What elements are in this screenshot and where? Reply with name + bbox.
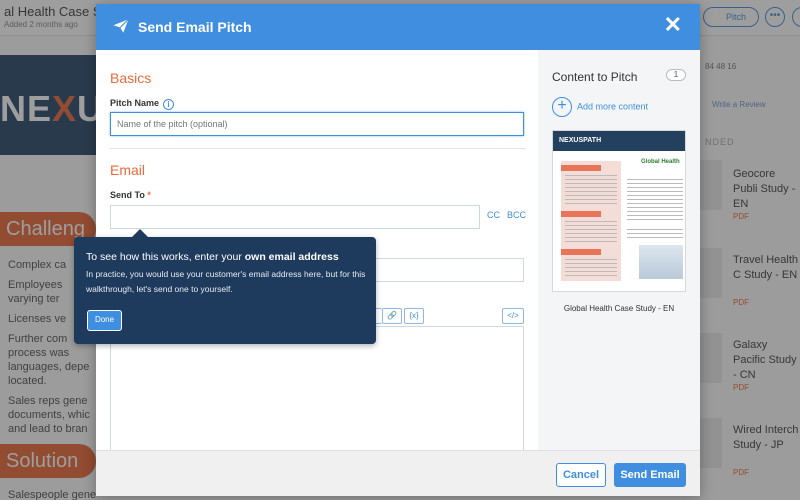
content-to-pitch-panel: Content to Pitch 1 + Add more content NEX… xyxy=(538,50,700,450)
tooltip-title-prefix: To see how this works, enter your xyxy=(86,251,245,263)
tooltip-title: To see how this works, enter your own em… xyxy=(86,251,339,263)
document-thumbnail[interactable]: NEXUSPATH Global Health xyxy=(552,130,686,292)
content-count-badge: 1 xyxy=(666,69,686,81)
content-to-pitch-title: Content to Pitch xyxy=(552,70,638,84)
add-more-content-label: Add more content xyxy=(577,101,649,112)
doc-section-heading xyxy=(561,249,601,255)
variable-icon[interactable]: {x} xyxy=(404,308,424,324)
modal-title: Send Email Pitch xyxy=(138,19,252,35)
close-icon[interactable]: ✕ xyxy=(664,14,682,36)
pitch-name-input[interactable] xyxy=(110,112,524,136)
doc-text-lines xyxy=(565,175,617,205)
email-body-editor[interactable] xyxy=(110,326,524,450)
send-to-label: Send To * xyxy=(110,190,151,200)
tooltip-body: In practice, you would use your customer… xyxy=(86,269,366,294)
tooltip-title-bold: own email address xyxy=(244,251,339,263)
pitch-name-label: Pitch Name i xyxy=(110,98,175,110)
add-more-content-button[interactable]: + Add more content xyxy=(552,97,648,117)
doc-text-lines xyxy=(627,229,683,241)
required-marker: * xyxy=(147,190,151,200)
cc-link[interactable]: CC xyxy=(487,210,500,220)
doc-text-lines xyxy=(565,221,617,243)
cancel-button[interactable]: Cancel xyxy=(556,463,606,487)
info-icon[interactable]: i xyxy=(163,99,175,110)
send-to-input[interactable] xyxy=(110,205,480,229)
done-button[interactable]: Done xyxy=(87,310,122,331)
walkthrough-tooltip: To see how this works, enter your own em… xyxy=(74,229,376,344)
email-heading: Email xyxy=(110,162,146,178)
basics-heading: Basics xyxy=(110,70,152,86)
send-email-button[interactable]: Send Email xyxy=(614,463,686,487)
link-icon[interactable]: 🔗 xyxy=(382,308,402,324)
doc-text-lines xyxy=(627,179,683,223)
doc-section-heading xyxy=(561,165,601,171)
modal-header: Send Email Pitch ✕ xyxy=(96,4,700,50)
doc-section-heading xyxy=(561,211,601,217)
plus-icon: + xyxy=(552,97,572,117)
paper-plane-icon xyxy=(113,18,129,33)
doc-brand: Global Health xyxy=(641,159,680,165)
modal-footer: Cancel Send Email xyxy=(96,450,700,496)
document-name: Global Health Case Study - EN xyxy=(563,304,675,313)
doc-photo xyxy=(639,245,683,279)
doc-text-lines xyxy=(565,259,617,279)
pitch-name-label-text: Pitch Name xyxy=(110,98,160,108)
doc-header: NEXUSPATH xyxy=(553,131,685,151)
bcc-link[interactable]: BCC xyxy=(507,210,526,220)
send-to-label-text: Send To xyxy=(110,190,145,200)
code-view-icon[interactable]: </> xyxy=(502,308,524,324)
doc-logo-text: NEXUSPATH xyxy=(559,137,602,144)
section-divider xyxy=(110,148,526,149)
